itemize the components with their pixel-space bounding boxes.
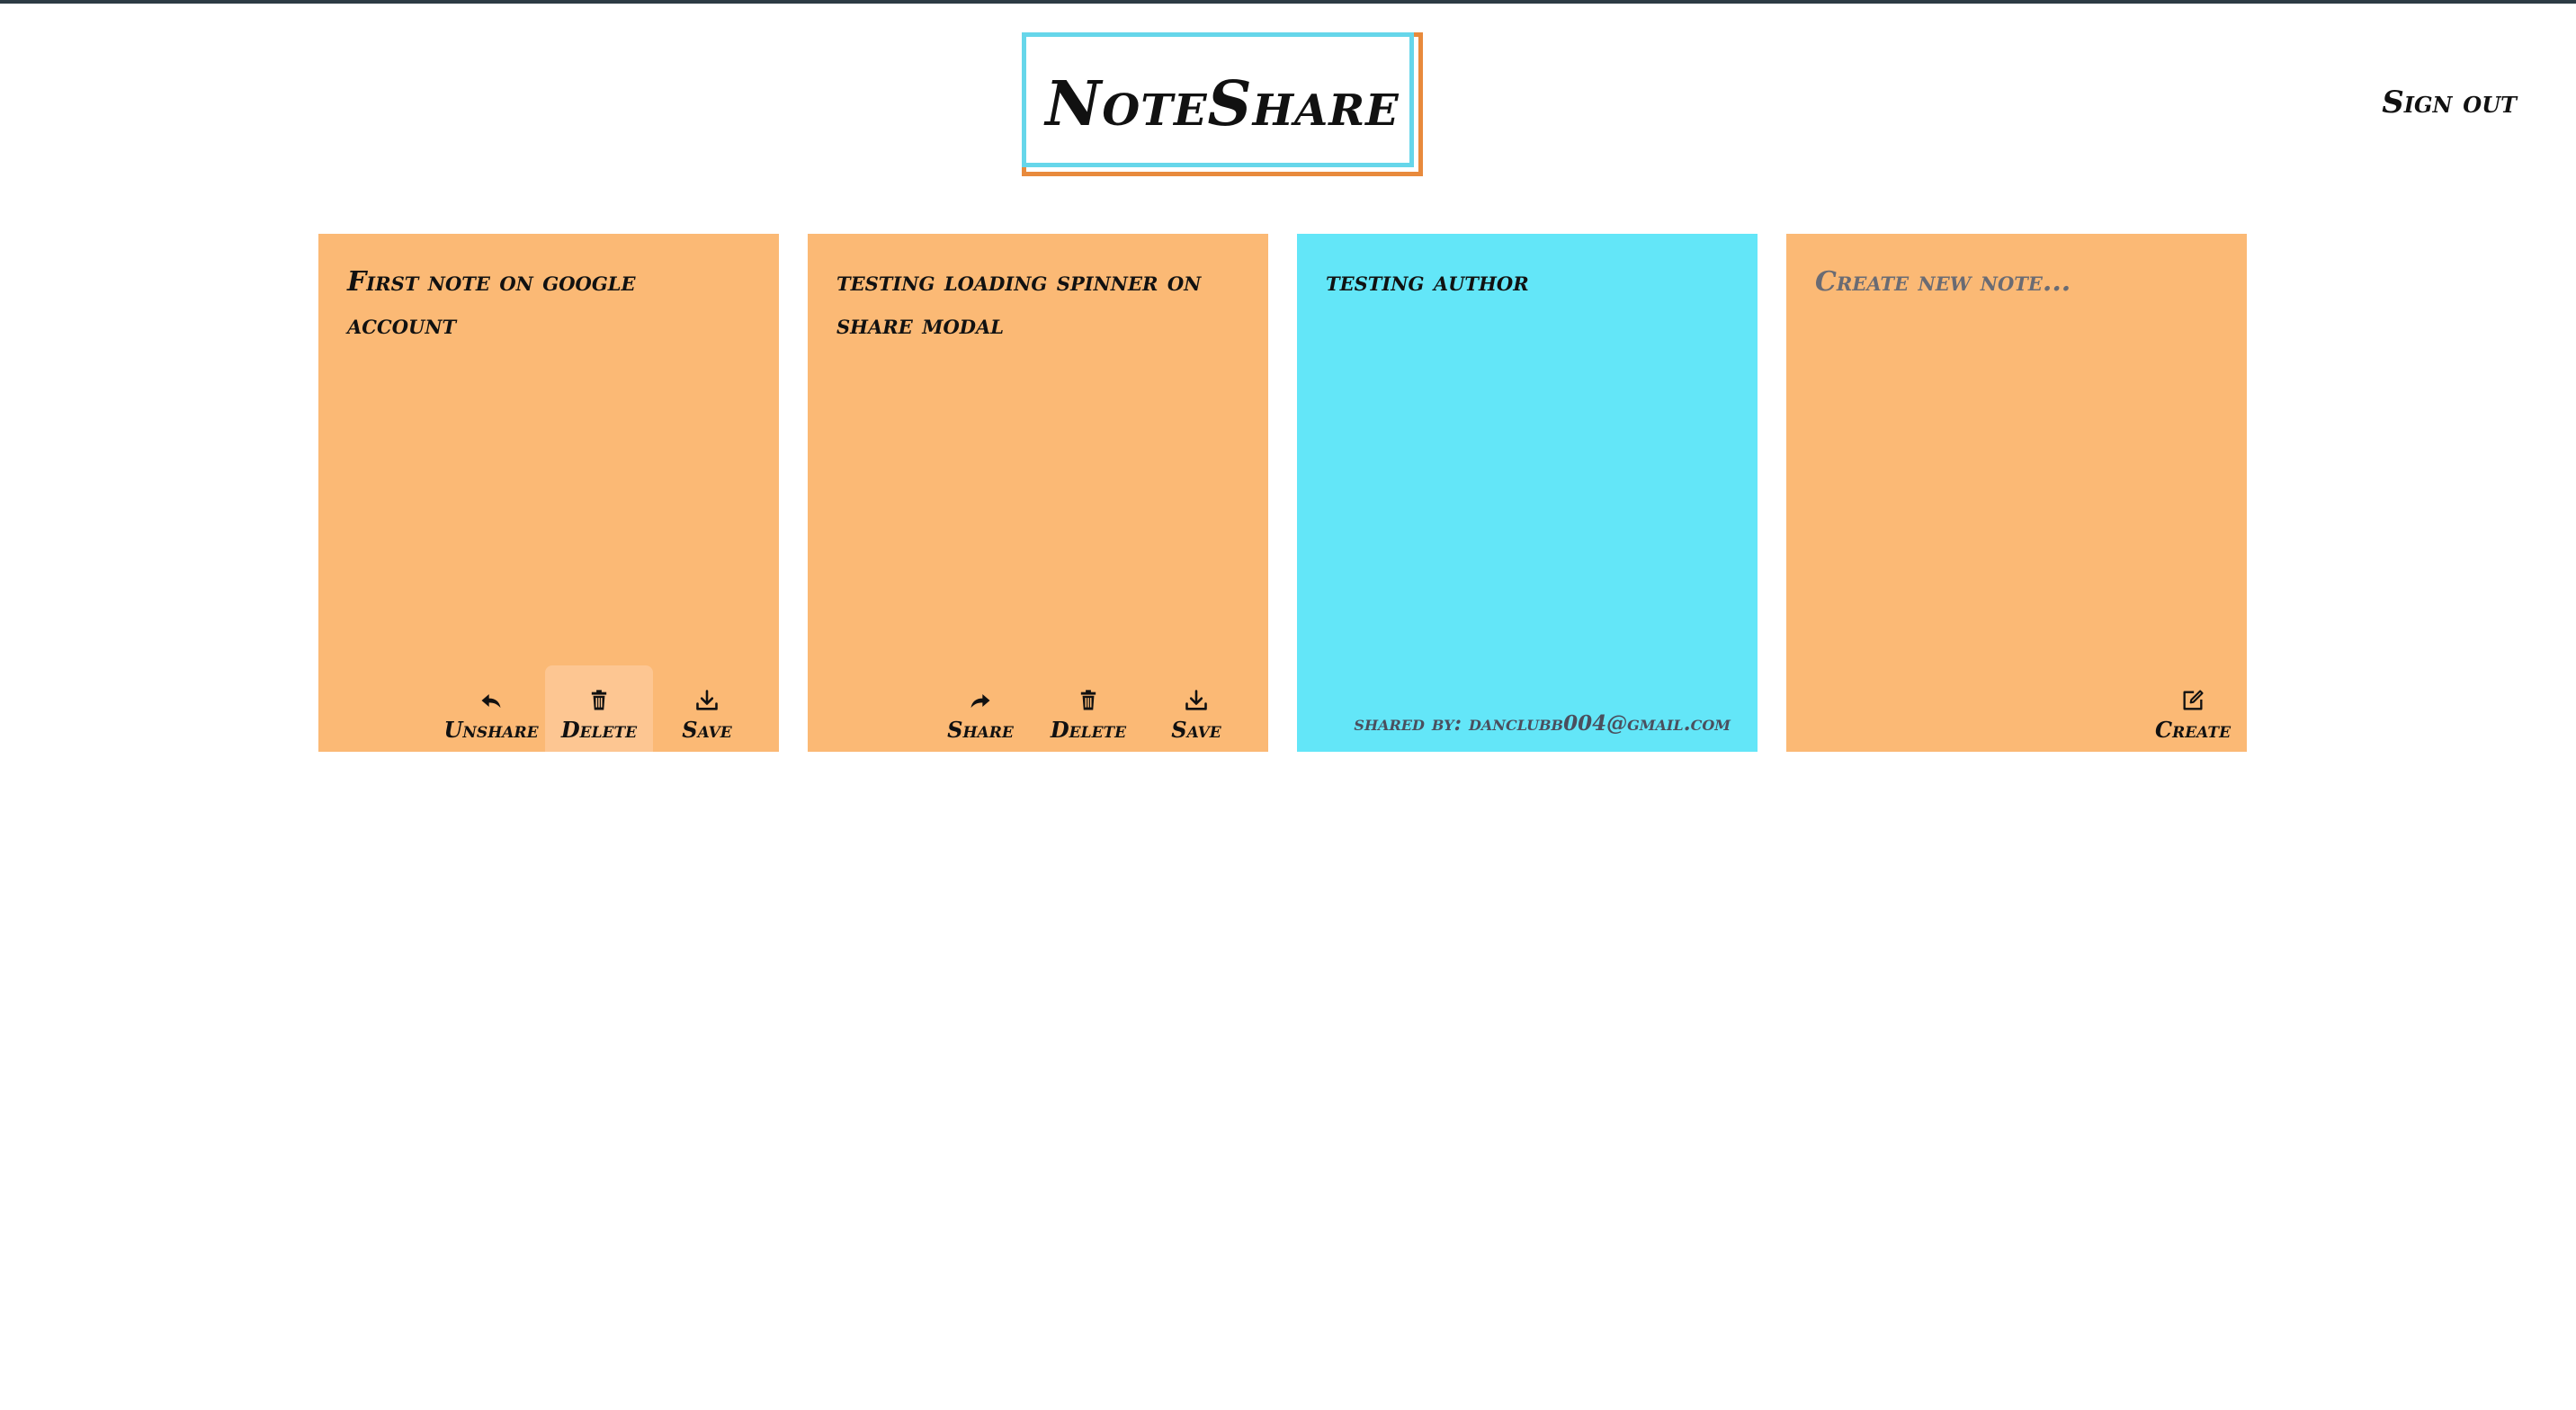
reply-arrow-icon [481, 693, 501, 708]
note-title[interactable]: testing loading spinner on share modal [836, 261, 1239, 347]
note-actions: Unshare Delete Save [437, 665, 761, 752]
create-button[interactable]: Create [2139, 665, 2247, 752]
new-note-card: Create new note... Create [1786, 234, 2247, 752]
app-logo-title: NoteShare [1045, 68, 1400, 140]
share-label: Share [947, 716, 1014, 743]
note-title[interactable]: First note on google account [347, 261, 750, 347]
save-button[interactable]: Save [653, 665, 761, 752]
unshare-label: Unshare [443, 716, 539, 743]
delete-button[interactable]: Delete [545, 665, 653, 752]
trash-icon [1080, 689, 1096, 709]
new-note-actions: Create [2139, 665, 2247, 752]
delete-button[interactable]: Delete [1034, 665, 1142, 752]
trash-icon [591, 689, 607, 709]
share-button[interactable]: Share [926, 665, 1034, 752]
save-button[interactable]: Save [1142, 665, 1250, 752]
sign-out-button[interactable]: Sign out [2382, 85, 2517, 120]
delete-label: Delete [560, 716, 638, 743]
shared-by-text: shared by: danclubb004@gmail.com [1354, 711, 1731, 736]
note-title: testing author [1326, 266, 1529, 298]
download-icon [1185, 689, 1207, 710]
note-card: First note on google account Unshare Del… [318, 234, 779, 752]
share-arrow-icon [970, 693, 990, 708]
create-label: Create [2154, 716, 2232, 743]
download-icon [696, 689, 718, 710]
note-card: testing loading spinner on share modal S… [808, 234, 1268, 752]
delete-label: Delete [1050, 716, 1127, 743]
save-label: Save [1171, 716, 1221, 743]
new-note-input[interactable]: Create new note... [1815, 261, 2218, 304]
shared-note-card: testing author shared by: danclubb004@gm… [1297, 234, 1758, 752]
top-border [0, 0, 2576, 4]
unshare-button[interactable]: Unshare [437, 665, 545, 752]
save-label: Save [682, 716, 732, 743]
edit-square-icon [2183, 689, 2204, 709]
note-actions: Share Delete Save [926, 665, 1250, 752]
